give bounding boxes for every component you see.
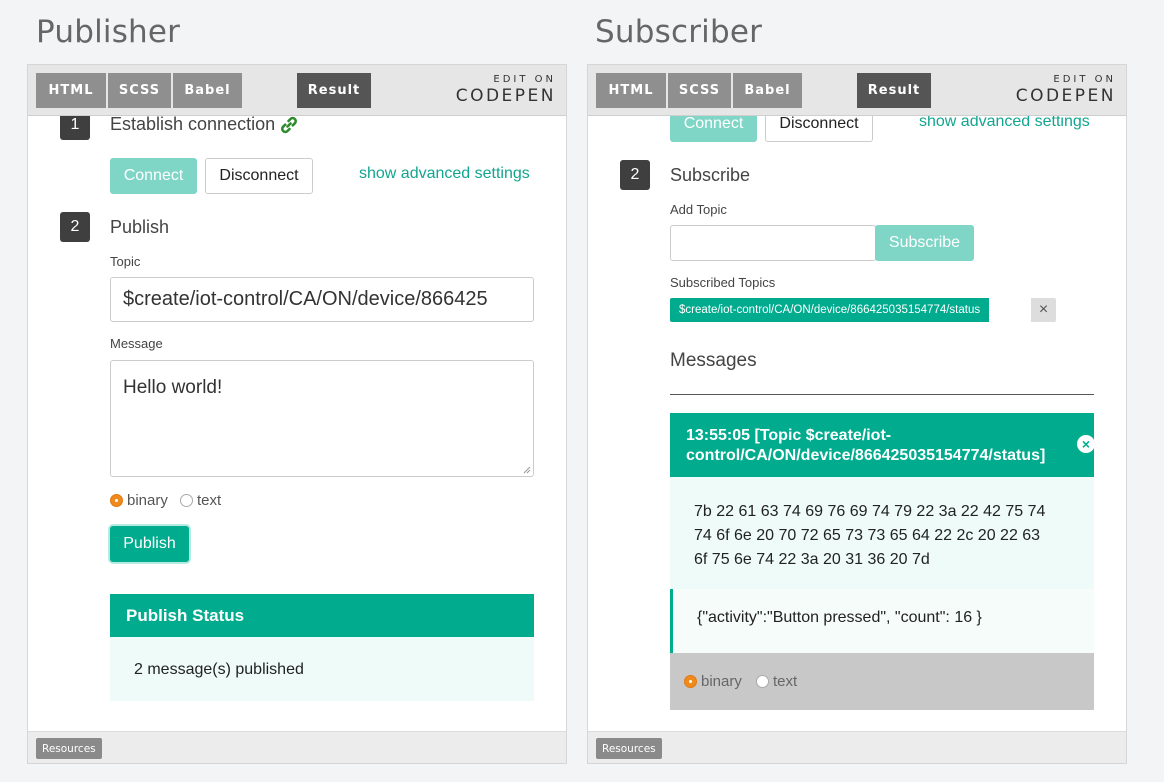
topic-label: Topic bbox=[110, 254, 141, 269]
message-textarea[interactable]: Hello world! bbox=[110, 360, 534, 477]
codepen-logo: CODEPEN bbox=[455, 86, 556, 106]
tab-result[interactable]: Result bbox=[857, 73, 931, 108]
publish-status-text: 2 message(s) published bbox=[134, 661, 304, 678]
link-icon bbox=[280, 116, 298, 134]
tab-result[interactable]: Result bbox=[297, 73, 371, 108]
radio-binary[interactable]: binary bbox=[684, 673, 742, 690]
message-format-bar: binary text bbox=[670, 653, 1094, 710]
messages-divider bbox=[670, 394, 1094, 395]
radio-binary[interactable]: binary bbox=[110, 492, 168, 509]
step-2-badge: 2 bbox=[60, 212, 90, 242]
tab-html[interactable]: HTML bbox=[596, 73, 666, 108]
hex-line: 7b 22 61 63 74 69 76 69 74 79 22 3a 22 4… bbox=[694, 503, 1046, 520]
messages-title: Messages bbox=[670, 350, 757, 371]
tab-babel[interactable]: Babel bbox=[173, 73, 242, 108]
radio-unselected-icon bbox=[180, 494, 193, 507]
add-topic-label: Add Topic bbox=[670, 202, 727, 217]
subscriber-content: Connect Disconnect show advanced setting… bbox=[588, 116, 1126, 731]
message-label: Message bbox=[110, 336, 163, 351]
edit-on-codepen-link[interactable]: EDIT ON CODEPEN bbox=[1016, 74, 1116, 106]
codepen-logo: CODEPEN bbox=[1015, 86, 1116, 106]
publisher-content: 1 Establish connection Connect Disconnec… bbox=[28, 116, 566, 731]
codepen-toolbar: HTML SCSS Babel Result EDIT ON CODEPEN bbox=[28, 65, 566, 116]
publish-status-header: Publish Status bbox=[110, 594, 534, 637]
step-2-badge: 2 bbox=[620, 160, 650, 190]
publisher-frame: HTML SCSS Babel Result EDIT ON CODEPEN 1… bbox=[27, 64, 567, 764]
add-topic-input[interactable] bbox=[670, 225, 876, 261]
resources-button[interactable]: Resources bbox=[36, 738, 102, 759]
codepen-toolbar: HTML SCSS Babel Result EDIT ON CODEPEN bbox=[588, 65, 1126, 116]
tab-html[interactable]: HTML bbox=[36, 73, 106, 108]
hex-line: 74 6f 6e 20 70 72 65 73 73 65 64 22 2c 2… bbox=[694, 527, 1041, 544]
codepen-footer: Resources bbox=[588, 731, 1126, 763]
radio-selected-icon bbox=[110, 494, 123, 507]
subscribe-button[interactable]: Subscribe bbox=[875, 225, 974, 261]
topic-input[interactable]: $create/iot-control/CA/ON/device/866425 bbox=[110, 277, 534, 322]
publish-button[interactable]: Publish bbox=[110, 526, 189, 562]
tab-scss[interactable]: SCSS bbox=[108, 73, 171, 108]
codepen-footer: Resources bbox=[28, 731, 566, 763]
subscribed-topics-label: Subscribed Topics bbox=[670, 275, 776, 290]
radio-selected-icon bbox=[684, 675, 697, 688]
close-message-icon[interactable]: × bbox=[1077, 435, 1095, 453]
tab-scss[interactable]: SCSS bbox=[668, 73, 731, 108]
subscriber-title: Subscriber bbox=[595, 14, 763, 50]
tab-babel[interactable]: Babel bbox=[733, 73, 802, 108]
step-2-title: Subscribe bbox=[670, 165, 751, 185]
subscriber-frame: HTML SCSS Babel Result EDIT ON CODEPEN C… bbox=[587, 64, 1127, 764]
resources-button[interactable]: Resources bbox=[596, 738, 662, 759]
edit-on-codepen-link[interactable]: EDIT ON CODEPEN bbox=[456, 74, 556, 106]
subscribed-topic-tag: $create/iot-control/CA/ON/device/8664250… bbox=[670, 298, 990, 322]
step-1-title: Establish connection bbox=[110, 116, 298, 135]
radio-unselected-icon bbox=[756, 675, 769, 688]
publisher-title: Publisher bbox=[36, 14, 181, 50]
connect-button[interactable]: Connect bbox=[110, 158, 197, 194]
show-advanced-settings-link[interactable]: show advanced settings bbox=[919, 116, 1090, 131]
remove-topic-icon[interactable]: × bbox=[1031, 298, 1056, 322]
show-advanced-settings-link[interactable]: show advanced settings bbox=[359, 165, 530, 183]
disconnect-button[interactable]: Disconnect bbox=[205, 158, 313, 194]
resize-handle-icon[interactable] bbox=[521, 464, 531, 474]
disconnect-button[interactable]: Disconnect bbox=[765, 116, 873, 142]
decoded-message: {"activity":"Button pressed", "count": 1… bbox=[670, 589, 1094, 653]
connect-button[interactable]: Connect bbox=[670, 116, 757, 142]
message-header: 13:55:05 [Topic $create/iot- control/CA/… bbox=[670, 413, 1094, 477]
hex-line: 6f 75 6e 74 22 3a 20 31 36 20 7d bbox=[694, 551, 930, 568]
radio-text[interactable]: text bbox=[180, 492, 221, 509]
step-1-badge: 1 bbox=[60, 116, 90, 140]
step-2-title: Publish bbox=[110, 217, 170, 237]
publish-status-body: 2 message(s) published bbox=[110, 637, 534, 701]
radio-text[interactable]: text bbox=[756, 673, 797, 690]
